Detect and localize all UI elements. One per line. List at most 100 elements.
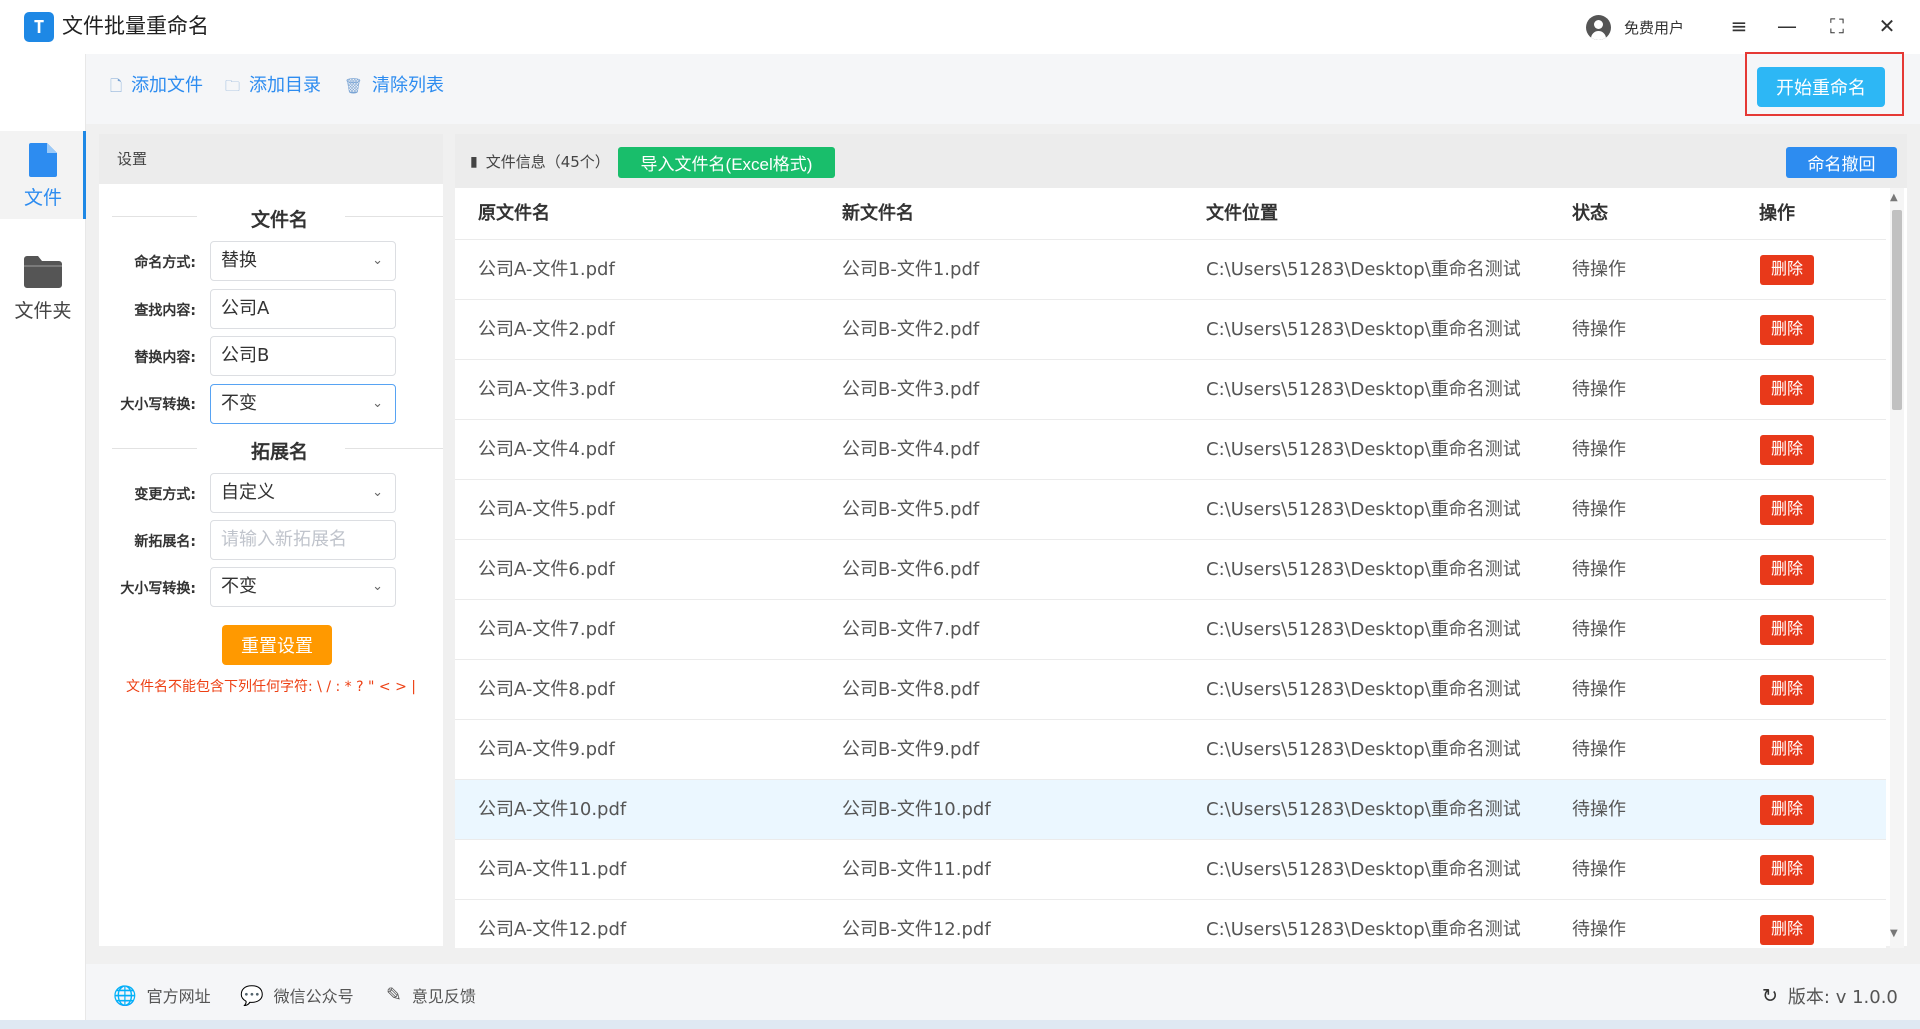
maximize-icon[interactable]: ⛶ <box>1822 12 1852 40</box>
cell-original: 公司A-文件2.pdf <box>478 319 615 340</box>
menu-icon[interactable]: ≡ <box>1724 12 1754 40</box>
user-avatar-icon[interactable] <box>1586 15 1611 40</box>
cell-location: C:\Users\51283\Desktop\重命名测试 <box>1206 739 1521 760</box>
nav-item-folder[interactable]: 文件夹 <box>0 248 86 328</box>
find-input[interactable]: 公司A <box>210 289 396 329</box>
settings-title: 设置 <box>99 134 443 184</box>
cell-original: 公司A-文件1.pdf <box>478 259 615 280</box>
delete-row-button[interactable]: 删除 <box>1760 255 1814 285</box>
table-row[interactable]: 公司A-文件3.pdf 公司B-文件3.pdf C:\Users\51283\Des… <box>455 360 1886 420</box>
ext-case-select[interactable]: 不变 ⌄ <box>210 567 396 607</box>
cell-original: 公司A-文件11.pdf <box>478 859 627 880</box>
divider <box>112 216 197 217</box>
table-row[interactable]: 公司A-文件11.pdf 公司B-文件11.pdf C:\Users\51283\D… <box>455 840 1886 900</box>
add-files-label: 添加文件 <box>131 75 204 96</box>
delete-row-button[interactable]: 删除 <box>1760 375 1814 405</box>
new-ext-input[interactable]: 请输入新拓展名 <box>210 520 396 560</box>
new-ext-placeholder: 请输入新拓展名 <box>221 529 347 550</box>
ext-mode-value: 自定义 <box>221 482 275 503</box>
add-folder-button[interactable]: 🗀 添加目录 <box>225 74 321 98</box>
case-label: 大小写转换: <box>120 397 196 413</box>
ext-case-value: 不变 <box>221 576 257 597</box>
cell-new: 公司B-文件3.pdf <box>842 379 980 400</box>
website-link[interactable]: 🌐 官方网址 <box>113 983 211 1007</box>
wechat-label: 微信公众号 <box>273 987 354 1006</box>
naming-mode-select[interactable]: 替换 ⌄ <box>210 241 396 281</box>
feedback-link[interactable]: ✎ 意见反馈 <box>386 983 476 1007</box>
chat-icon: 💬 <box>240 984 264 1007</box>
column-header-actions: 操作 <box>1759 203 1795 224</box>
cell-location: C:\Users\51283\Desktop\重命名测试 <box>1206 619 1521 640</box>
cell-original: 公司A-文件9.pdf <box>478 739 615 760</box>
table-row[interactable]: 公司A-文件4.pdf 公司B-文件4.pdf C:\Users\51283\Des… <box>455 420 1886 480</box>
user-label[interactable]: 免费用户 <box>1624 17 1684 38</box>
delete-row-button[interactable]: 删除 <box>1760 315 1814 345</box>
clear-list-button[interactable]: 🗑 清除列表 <box>344 74 444 98</box>
delete-row-button[interactable]: 删除 <box>1760 495 1814 525</box>
table-row[interactable]: 公司A-文件2.pdf 公司B-文件2.pdf C:\Users\51283\Des… <box>455 300 1886 360</box>
cell-new: 公司B-文件7.pdf <box>842 619 980 640</box>
delete-row-button[interactable]: 删除 <box>1760 795 1814 825</box>
undo-rename-button[interactable]: 命名撤回 <box>1786 147 1897 178</box>
cell-new: 公司B-文件12.pdf <box>842 919 991 940</box>
table-row[interactable]: 公司A-文件1.pdf 公司B-文件1.pdf C:\Users\51283\Des… <box>455 240 1886 300</box>
filename-section-title: 文件名 <box>251 209 309 231</box>
cell-location: C:\Users\51283\Desktop\重命名测试 <box>1206 679 1521 700</box>
cell-location: C:\Users\51283\Desktop\重命名测试 <box>1206 319 1521 340</box>
delete-row-button[interactable]: 删除 <box>1760 435 1814 465</box>
cell-original: 公司A-文件10.pdf <box>478 799 627 820</box>
import-excel-button[interactable]: 导入文件名(Excel格式) <box>618 147 835 178</box>
add-files-button[interactable]: 🗋 添加文件 <box>110 74 203 98</box>
scrollbar-thumb[interactable] <box>1892 210 1902 410</box>
naming-mode-value: 替换 <box>221 250 257 271</box>
filename-warning: 文件名不能包含下列任何字符: \ / : * ? " < > | <box>126 679 416 695</box>
wechat-link[interactable]: 💬 微信公众号 <box>240 983 354 1007</box>
table-row[interactable]: 公司A-文件9.pdf 公司B-文件9.pdf C:\Users\51283\Des… <box>455 720 1886 780</box>
minimize-icon[interactable]: — <box>1772 12 1802 40</box>
reset-settings-button[interactable]: 重置设置 <box>222 625 332 665</box>
app-logo: T <box>24 12 54 42</box>
table-row[interactable]: 公司A-文件10.pdf 公司B-文件10.pdf C:\Users\51283\D… <box>455 780 1886 840</box>
cell-original: 公司A-文件7.pdf <box>478 619 615 640</box>
table-row[interactable]: 公司A-文件5.pdf 公司B-文件5.pdf C:\Users\51283\Des… <box>455 480 1886 540</box>
column-header-original: 原文件名 <box>478 203 550 224</box>
cell-original: 公司A-文件12.pdf <box>478 919 627 940</box>
cell-status: 待操作 <box>1572 679 1626 700</box>
case-select[interactable]: 不变 ⌄ <box>210 384 396 424</box>
table-row[interactable]: 公司A-文件8.pdf 公司B-文件8.pdf C:\Users\51283\Des… <box>455 660 1886 720</box>
replace-input[interactable]: 公司B <box>210 336 396 376</box>
cell-location: C:\Users\51283\Desktop\重命名测试 <box>1206 559 1521 580</box>
delete-row-button[interactable]: 删除 <box>1760 675 1814 705</box>
website-label: 官方网址 <box>146 987 211 1006</box>
column-header-new: 新文件名 <box>842 203 914 224</box>
table-row[interactable]: 公司A-文件7.pdf 公司B-文件7.pdf C:\Users\51283\Des… <box>455 600 1886 660</box>
close-icon[interactable]: ✕ <box>1872 12 1902 40</box>
new-ext-label: 新拓展名: <box>134 534 196 550</box>
delete-row-button[interactable]: 删除 <box>1760 555 1814 585</box>
add-folder-label: 添加目录 <box>249 75 322 96</box>
chevron-down-icon: ⌄ <box>372 579 383 594</box>
scroll-down-icon[interactable]: ▼ <box>1890 928 1898 939</box>
cell-location: C:\Users\51283\Desktop\重命名测试 <box>1206 499 1521 520</box>
file-table-body: 公司A-文件1.pdf 公司B-文件1.pdf C:\Users\51283\Des… <box>455 240 1886 948</box>
table-row[interactable]: 公司A-文件6.pdf 公司B-文件6.pdf C:\Users\51283\Des… <box>455 540 1886 600</box>
cell-status: 待操作 <box>1572 319 1626 340</box>
cell-original: 公司A-文件3.pdf <box>478 379 615 400</box>
cell-location: C:\Users\51283\Desktop\重命名测试 <box>1206 259 1521 280</box>
start-rename-button[interactable]: 开始重命名 <box>1757 67 1885 107</box>
delete-row-button[interactable]: 删除 <box>1760 855 1814 885</box>
nav-item-files[interactable]: 文件 <box>0 131 86 219</box>
file-outline-icon: 🗋 <box>110 77 123 95</box>
scroll-up-icon[interactable]: ▲ <box>1890 192 1898 203</box>
folder-outline-icon: 🗀 <box>225 77 241 95</box>
version-info[interactable]: ↻ 版本: v 1.0.0 <box>1762 983 1898 1009</box>
table-row[interactable]: 公司A-文件12.pdf 公司B-文件12.pdf C:\Users\51283\D… <box>455 900 1886 948</box>
delete-row-button[interactable]: 删除 <box>1760 915 1814 945</box>
divider <box>345 216 443 217</box>
cell-original: 公司A-文件8.pdf <box>478 679 615 700</box>
ext-mode-select[interactable]: 自定义 ⌄ <box>210 473 396 513</box>
delete-row-button[interactable]: 删除 <box>1760 735 1814 765</box>
delete-row-button[interactable]: 删除 <box>1760 615 1814 645</box>
folder-icon <box>24 256 62 288</box>
cell-location: C:\Users\51283\Desktop\重命名测试 <box>1206 439 1521 460</box>
